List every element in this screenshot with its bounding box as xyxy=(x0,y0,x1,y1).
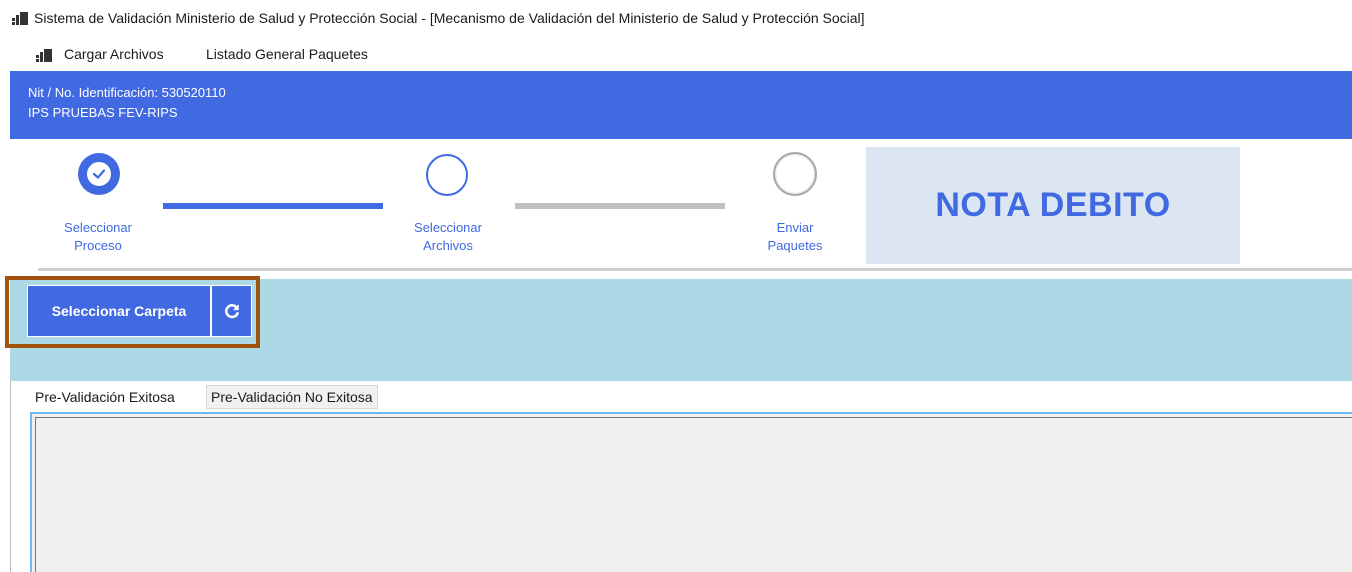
step-1-label-line2: Proceso xyxy=(74,238,122,253)
highlight-box xyxy=(5,276,260,348)
step-3-label-line1: Enviar xyxy=(776,220,814,235)
step-1-label: Seleccionar Proceso xyxy=(38,219,158,255)
nit-label: Nit / No. Identificación: 530520110 xyxy=(28,85,226,100)
document-type-panel: NOTA DEBITO xyxy=(866,147,1240,264)
menu-item-cargar-archivos[interactable]: Cargar Archivos xyxy=(64,46,164,62)
results-grid[interactable] xyxy=(35,417,1352,572)
menu-app-icon[interactable] xyxy=(36,49,54,63)
step-3-label-line2: Paquetes xyxy=(767,238,823,253)
step-2-circle-icon xyxy=(426,154,468,196)
app-icon xyxy=(12,12,30,26)
step-3-label: Enviar Paquetes xyxy=(735,219,855,255)
title-bar: Sistema de Validación Ministerio de Salu… xyxy=(0,0,1352,38)
menu-bar: Cargar Archivos Listado General Paquetes xyxy=(0,38,1352,71)
menu-item-listado-general-paquetes[interactable]: Listado General Paquetes xyxy=(206,46,368,62)
divider xyxy=(38,268,1352,271)
step-1-label-line1: Seleccionar xyxy=(64,220,132,235)
progress-bar-2 xyxy=(515,203,725,209)
entity-name: IPS PRUEBAS FEV-RIPS xyxy=(28,105,178,120)
document-type-label: NOTA DEBITO xyxy=(935,186,1171,224)
progress-bar-1 xyxy=(163,203,383,209)
step-1-check-icon xyxy=(78,153,120,195)
entity-header: Nit / No. Identificación: 530520110 IPS … xyxy=(10,71,1352,139)
step-3-circle-icon xyxy=(773,152,817,196)
window-title: Sistema de Validación Ministerio de Salu… xyxy=(34,10,865,26)
tab-pre-validacion-exitosa[interactable]: Pre-Validación Exitosa xyxy=(30,385,180,409)
left-edge-line xyxy=(10,381,11,572)
step-2-label: Seleccionar Archivos xyxy=(388,219,508,255)
results-panel[interactable] xyxy=(30,412,1352,572)
step-2-label-line2: Archivos xyxy=(423,238,473,253)
tab-pre-validacion-no-exitosa[interactable]: Pre-Validación No Exitosa xyxy=(206,385,378,409)
step-2-label-line1: Seleccionar xyxy=(414,220,482,235)
